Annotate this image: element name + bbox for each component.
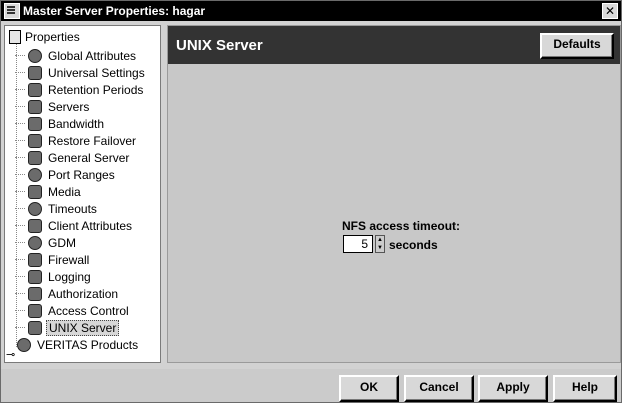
- universal-settings-icon: [28, 65, 42, 80]
- tree-item-logging[interactable]: Logging: [15, 268, 93, 285]
- tree-item-port-ranges[interactable]: Port Ranges: [15, 166, 117, 183]
- window-menu-icon[interactable]: [4, 3, 20, 19]
- tree-item-unix-server[interactable]: UNIX Server: [15, 319, 120, 336]
- cancel-button[interactable]: Cancel: [404, 375, 474, 402]
- ok-button[interactable]: OK: [339, 375, 399, 402]
- tree-item-firewall[interactable]: Firewall: [15, 251, 91, 268]
- tree-item-gdm[interactable]: GDM: [15, 234, 78, 251]
- expand-toggle-icon[interactable]: ⊸: [6, 348, 15, 361]
- spinner-up-icon[interactable]: ▲: [376, 236, 384, 244]
- tree-item-client-attributes[interactable]: Client Attributes: [15, 217, 134, 234]
- panel-title: UNIX Server: [176, 37, 263, 54]
- close-button[interactable]: ✕: [602, 3, 618, 19]
- tree-item-retention-periods[interactable]: Retention Periods: [15, 81, 145, 98]
- gdm-icon: [28, 235, 42, 250]
- tree-root[interactable]: Properties: [9, 30, 80, 44]
- nfs-timeout-spinner[interactable]: ▲ ▼: [375, 235, 385, 253]
- nfs-timeout-input[interactable]: 5: [343, 235, 373, 253]
- properties-tree: Properties Global Attributes Universal S…: [4, 25, 161, 363]
- window-title: Master Server Properties: hagar: [23, 4, 206, 18]
- access-control-icon: [28, 303, 42, 318]
- apply-button[interactable]: Apply: [478, 375, 548, 402]
- dialog-buttons: OK Cancel Apply Help: [1, 369, 621, 402]
- defaults-button[interactable]: Defaults: [540, 33, 614, 59]
- server-icon: [28, 99, 42, 114]
- bandwidth-icon: [28, 116, 42, 131]
- client-attributes-icon: [28, 218, 42, 233]
- tree-item-servers[interactable]: Servers: [15, 98, 91, 115]
- tree-item-media[interactable]: Media: [15, 183, 83, 200]
- failover-icon: [28, 133, 42, 148]
- tree-root-label: Properties: [25, 30, 80, 44]
- unix-server-icon: [28, 320, 42, 335]
- tree-item-universal-settings[interactable]: Universal Settings: [15, 64, 147, 81]
- tree-item-general-server[interactable]: General Server: [15, 149, 131, 166]
- nfs-timeout-unit: seconds: [389, 238, 438, 252]
- tree-item-global-attributes[interactable]: Global Attributes: [15, 47, 138, 64]
- title-bar[interactable]: Master Server Properties: hagar ✕: [1, 1, 621, 21]
- unix-server-panel: UNIX Server Defaults NFS access timeout:…: [167, 25, 621, 363]
- veritas-icon: [17, 337, 31, 352]
- firewall-icon: [28, 252, 42, 267]
- retention-icon: [28, 82, 42, 97]
- clock-icon: [28, 201, 42, 216]
- tree-item-veritas-products[interactable]: VERITAS Products: [17, 336, 140, 353]
- general-server-icon: [28, 150, 42, 165]
- tree-item-access-control[interactable]: Access Control: [15, 302, 131, 319]
- media-icon: [28, 184, 42, 199]
- panel-header: UNIX Server Defaults: [168, 26, 620, 64]
- authorization-icon: [28, 286, 42, 301]
- port-ranges-icon: [28, 167, 42, 182]
- tree-item-authorization[interactable]: Authorization: [15, 285, 120, 302]
- tree-item-bandwidth[interactable]: Bandwidth: [15, 115, 106, 132]
- nfs-timeout-label: NFS access timeout:: [342, 219, 461, 233]
- logging-icon: [28, 269, 42, 284]
- tree-item-restore-failover[interactable]: Restore Failover: [15, 132, 138, 149]
- help-button[interactable]: Help: [553, 375, 617, 402]
- spinner-down-icon[interactable]: ▼: [376, 244, 384, 252]
- panel-content: NFS access timeout: 5 ▲ ▼ seconds: [168, 64, 620, 362]
- properties-window: Master Server Properties: hagar ✕ Proper…: [0, 0, 622, 403]
- globe-icon: [28, 48, 42, 63]
- properties-icon: [9, 30, 21, 44]
- tree-item-timeouts[interactable]: Timeouts: [15, 200, 99, 217]
